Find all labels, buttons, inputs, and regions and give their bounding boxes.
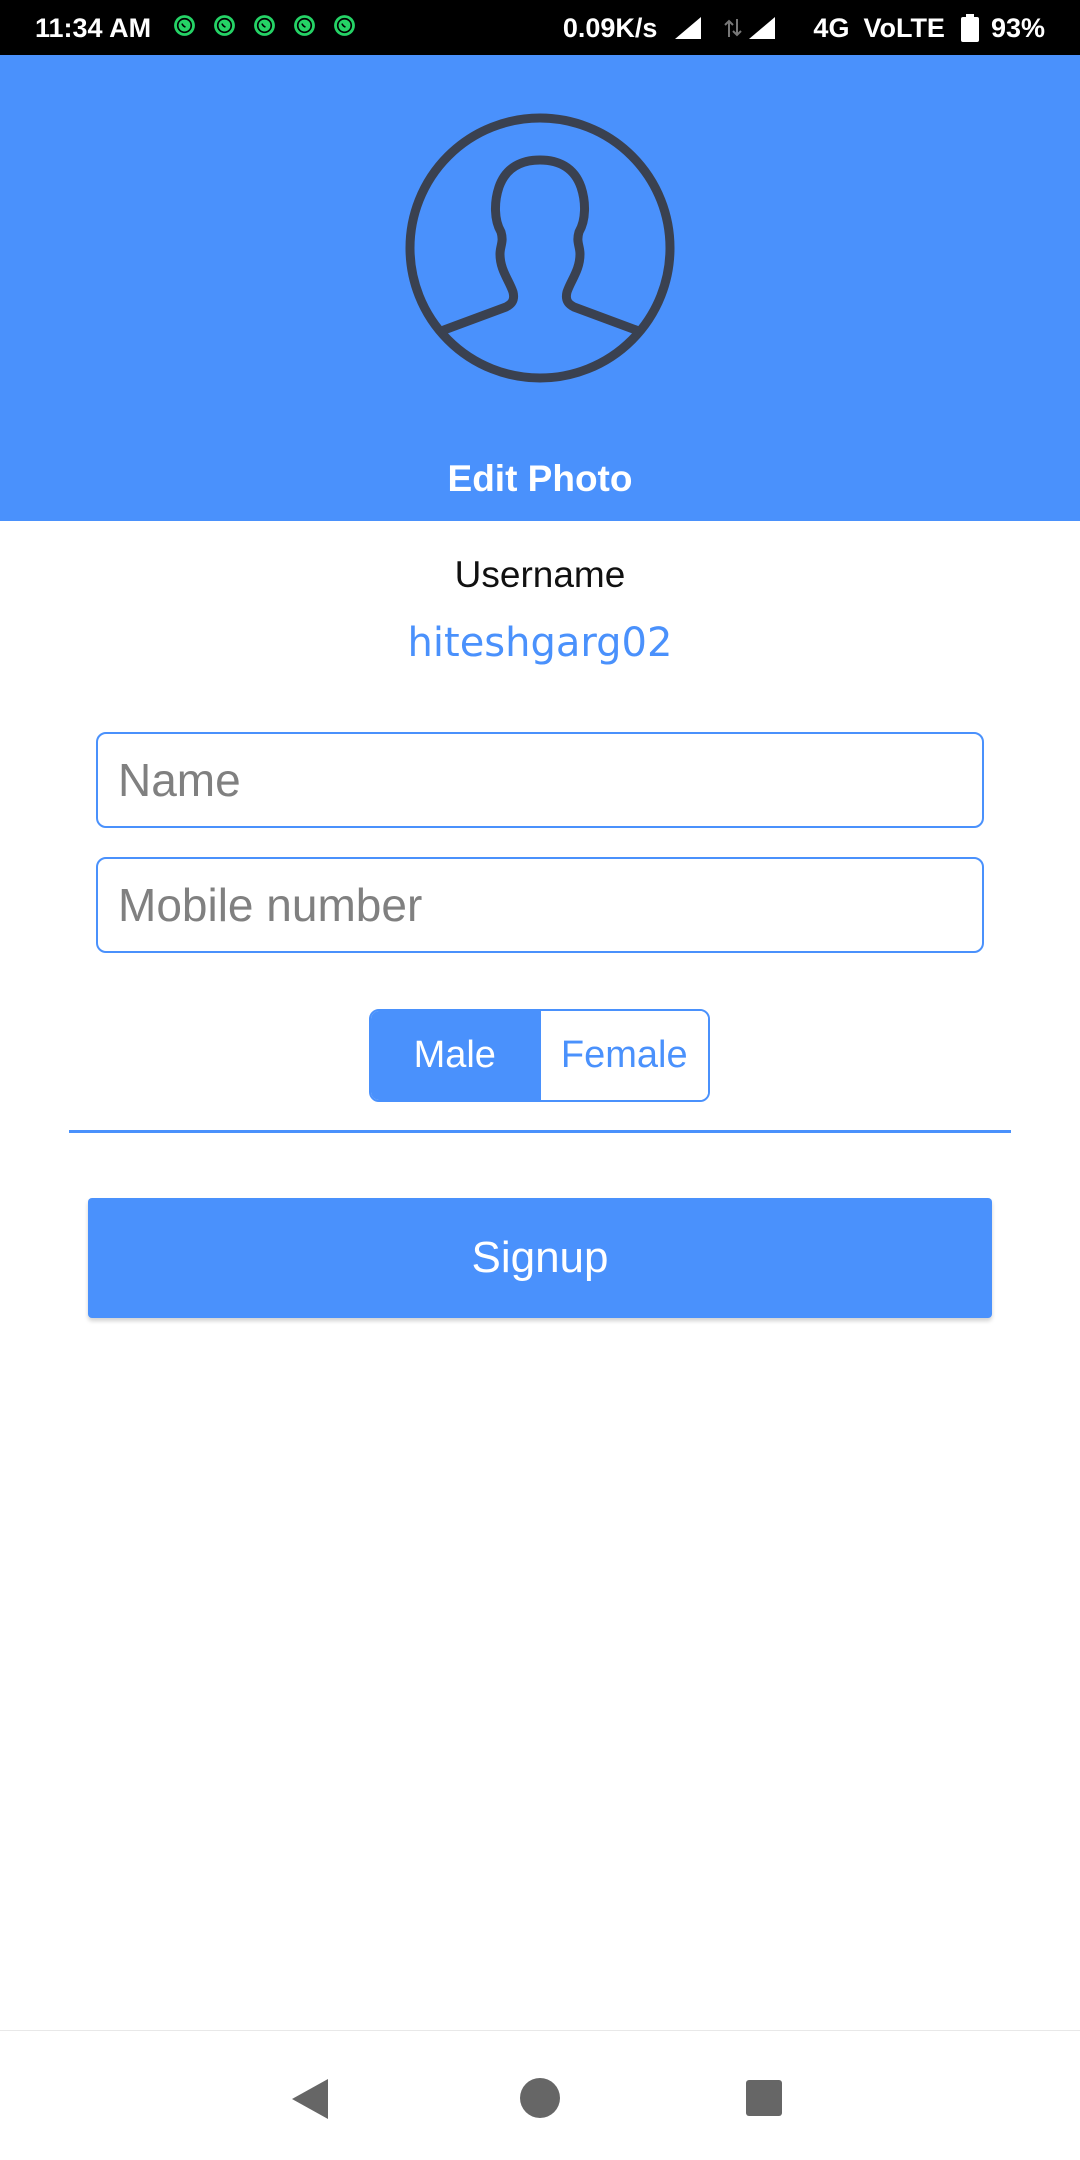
whatsapp-icon bbox=[254, 15, 275, 36]
recents-icon[interactable] bbox=[746, 2080, 782, 2116]
gender-male-option[interactable]: Male bbox=[371, 1011, 539, 1100]
signup-button[interactable]: Signup bbox=[88, 1198, 992, 1318]
data-arrows-icon bbox=[724, 19, 743, 37]
back-icon[interactable] bbox=[292, 2079, 328, 2119]
status-bar: 11:34 AM 0.09K/s 4G VoLTE 93% bbox=[0, 0, 1080, 55]
battery-icon bbox=[960, 14, 979, 42]
home-icon[interactable] bbox=[520, 2078, 560, 2118]
status-time: 11:34 AM bbox=[35, 13, 152, 43]
gender-toggle: Male Female bbox=[369, 1009, 710, 1102]
status-right-group: 0.09K/s 4G VoLTE 93% bbox=[563, 12, 1045, 44]
section-divider bbox=[69, 1130, 1011, 1133]
whatsapp-icon bbox=[174, 15, 195, 36]
whatsapp-icon bbox=[294, 15, 315, 36]
battery-level: 93% bbox=[990, 12, 1045, 43]
profile-header: Edit Photo bbox=[0, 55, 1080, 521]
username-label: Username bbox=[454, 554, 626, 595]
signal-icon bbox=[675, 17, 702, 39]
volte-label: VoLTE bbox=[863, 12, 945, 43]
name-input[interactable] bbox=[96, 732, 984, 828]
mobile-number-input[interactable] bbox=[96, 857, 984, 953]
whatsapp-icon bbox=[334, 15, 355, 36]
user-avatar-icon[interactable] bbox=[404, 112, 676, 384]
gender-female-option[interactable]: Female bbox=[538, 1011, 708, 1100]
edit-photo-button[interactable]: Edit Photo bbox=[0, 457, 1080, 501]
username-value: hiteshgarg02 bbox=[407, 620, 673, 666]
signup-screen: 11:34 AM 0.09K/s 4G VoLTE 93% Edit Photo… bbox=[0, 0, 1080, 2160]
network-type: 4G bbox=[813, 12, 850, 43]
notification-icons bbox=[172, 13, 357, 38]
whatsapp-icon bbox=[214, 15, 235, 36]
system-nav-bar bbox=[0, 2030, 1080, 2160]
net-speed: 0.09K/s bbox=[562, 12, 658, 43]
signal-icon-2 bbox=[749, 17, 776, 39]
